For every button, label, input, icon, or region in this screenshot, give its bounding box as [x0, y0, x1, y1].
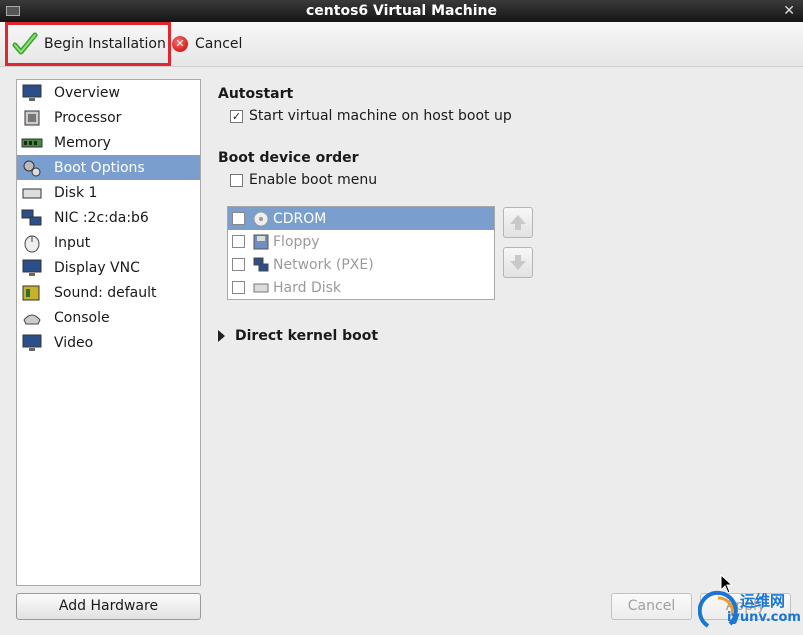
cpu-icon [24, 110, 40, 125]
autostart-checkbox[interactable]: ✓ [230, 109, 243, 123]
toolbar: Begin Installation ✕ Cancel [0, 22, 803, 67]
console-icon [23, 314, 41, 324]
sidebar-item-label: Input [54, 234, 91, 251]
enable-boot-menu-checkbox[interactable] [230, 173, 243, 187]
sidebar-item-video[interactable]: Video [17, 330, 200, 355]
cancel-button[interactable]: ✕ Cancel [172, 22, 242, 66]
close-icon[interactable]: ✕ [783, 0, 795, 22]
sidebar-item-label: Display VNC [54, 259, 140, 276]
boot-device-cdrom[interactable]: CDROM [228, 207, 494, 230]
expander-arrow-icon [218, 330, 225, 342]
begin-installation-button[interactable]: Begin Installation [5, 22, 171, 66]
memory-icon [21, 138, 43, 147]
hardware-list: Overview Processor Memory Boot Options D… [16, 79, 201, 586]
enable-boot-menu-label: Enable boot menu [249, 172, 378, 188]
mouse-icon [24, 235, 40, 252]
watermark-subtext: iyunv.com [727, 610, 801, 625]
gears-icon [23, 160, 41, 176]
sidebar-item-overview[interactable]: Overview [17, 80, 200, 105]
window-menu-icon[interactable] [6, 6, 20, 16]
monitor-icon [22, 259, 42, 276]
begin-installation-label: Begin Installation [44, 36, 166, 52]
sidebar-item-nic[interactable]: NIC :2c:da:b6 [17, 205, 200, 230]
sidebar-item-label: Video [54, 334, 94, 351]
arrow-up-icon [510, 215, 526, 230]
autostart-row[interactable]: ✓ Start virtual machine on host boot up [230, 108, 788, 124]
title-bar: centos6 Virtual Machine ✕ [0, 0, 803, 22]
disk-icon [253, 283, 269, 292]
boot-device-label: CDROM [273, 210, 327, 227]
network-icon [21, 209, 42, 225]
sidebar-item-sound[interactable]: Sound: default [17, 280, 200, 305]
footer-cancel-button[interactable]: Cancel [611, 593, 692, 620]
sidebar-item-memory[interactable]: Memory [17, 130, 200, 155]
sidebar-item-display-vnc[interactable]: Display VNC [17, 255, 200, 280]
sound-card-icon [22, 285, 40, 300]
boot-device-checkbox[interactable] [232, 212, 245, 225]
boot-device-floppy[interactable]: Floppy [228, 230, 494, 253]
cancel-icon: ✕ [172, 36, 188, 52]
sidebar-item-label: Console [54, 309, 110, 326]
disk-icon [22, 188, 42, 198]
boot-order-heading: Boot device order [218, 150, 359, 166]
cdrom-icon [253, 211, 269, 226]
floppy-icon [253, 234, 269, 249]
boot-device-checkbox[interactable] [232, 258, 245, 271]
sidebar-item-label: Disk 1 [54, 184, 98, 201]
arrow-down-icon [510, 255, 526, 270]
enable-boot-menu-row[interactable]: Enable boot menu [230, 172, 788, 188]
sidebar-item-label: Memory [54, 134, 111, 151]
move-down-button[interactable] [503, 247, 533, 278]
checkmark-icon [12, 32, 38, 55]
sidebar-item-label: NIC :2c:da:b6 [54, 209, 149, 226]
boot-device-label: Floppy [273, 233, 320, 250]
cancel-label: Cancel [195, 36, 243, 52]
sidebar-item-boot-options[interactable]: Boot Options [17, 155, 200, 180]
boot-device-hard-disk[interactable]: Hard Disk [228, 276, 494, 299]
boot-device-network[interactable]: Network (PXE) [228, 253, 494, 276]
autostart-label: Start virtual machine on host boot up [249, 108, 512, 124]
boot-device-checkbox[interactable] [232, 281, 245, 294]
sidebar-item-processor[interactable]: Processor [17, 105, 200, 130]
sidebar-item-label: Overview [54, 84, 120, 101]
sidebar-item-label: Processor [54, 109, 122, 126]
sidebar-item-input[interactable]: Input [17, 230, 200, 255]
boot-device-label: Network (PXE) [273, 256, 374, 273]
boot-device-checkbox[interactable] [232, 235, 245, 248]
boot-device-label: Hard Disk [273, 279, 342, 296]
boot-options-panel: Autostart ✓ Start virtual machine on hos… [218, 86, 788, 188]
add-hardware-button[interactable]: Add Hardware [16, 593, 201, 620]
sidebar-item-label: Boot Options [54, 159, 145, 176]
direct-kernel-boot-label: Direct kernel boot [235, 328, 379, 344]
sidebar-item-disk-1[interactable]: Disk 1 [17, 180, 200, 205]
window-title: centos6 Virtual Machine [306, 3, 497, 19]
direct-kernel-boot-expander[interactable]: Direct kernel boot [218, 328, 378, 344]
network-icon [253, 257, 269, 271]
sidebar-item-console[interactable]: Console [17, 305, 200, 330]
vm-window: centos6 Virtual Machine ✕ Begin Installa… [0, 0, 803, 635]
monitor-icon [22, 334, 42, 351]
sidebar-item-label: Sound: default [54, 284, 157, 301]
autostart-heading: Autostart [218, 86, 294, 102]
watermark-text: 运维网 [740, 592, 786, 610]
boot-device-list: CDROM Floppy Network (PXE) Hard Disk [227, 206, 495, 300]
monitor-icon [22, 84, 42, 101]
move-up-button[interactable] [503, 207, 533, 238]
